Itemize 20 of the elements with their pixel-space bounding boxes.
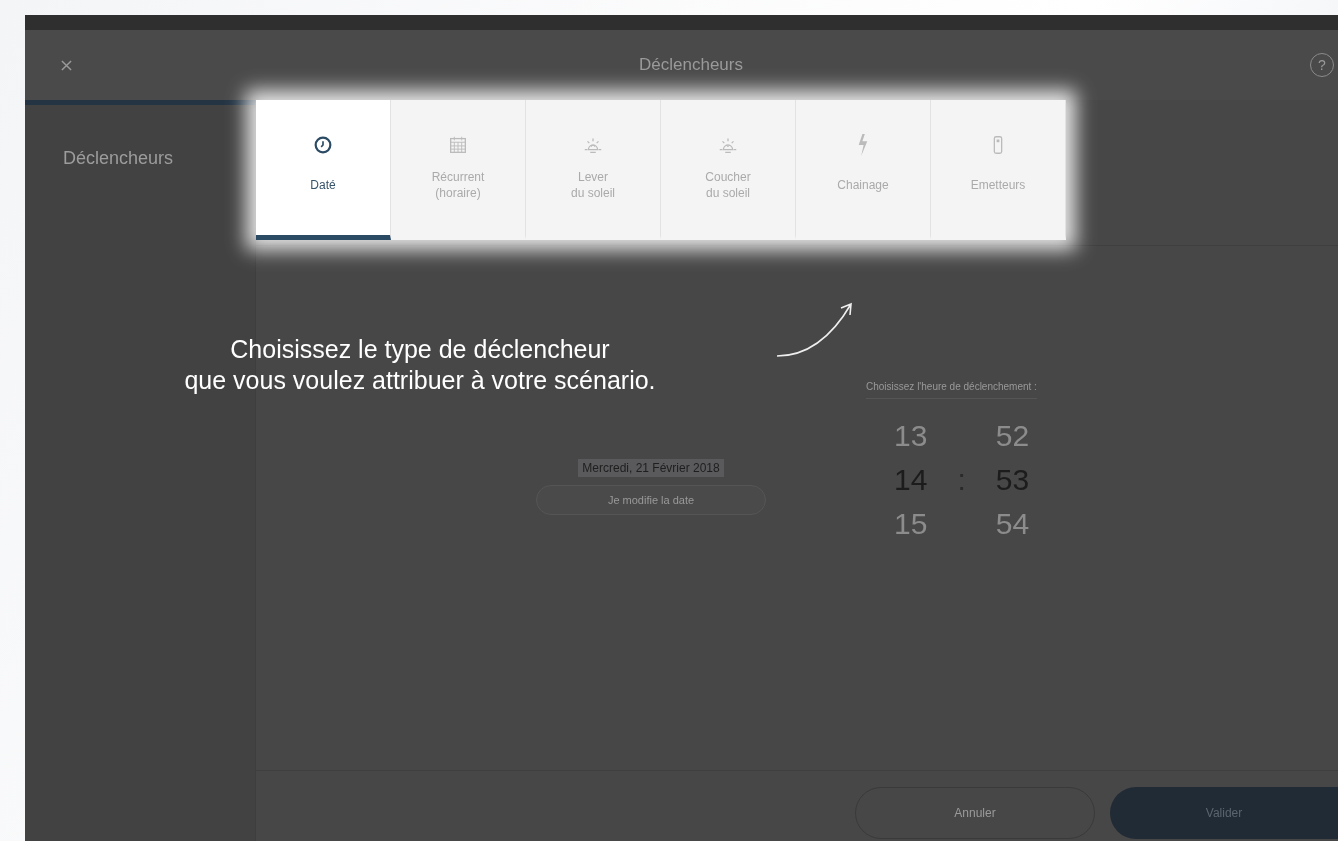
screen-title: Déclencheurs xyxy=(639,55,743,75)
cancel-button[interactable]: Annuler xyxy=(855,787,1095,839)
hint-text: que vous voulez attribuer à votre scénario. xyxy=(184,366,656,395)
trigger-tab[interactable]: Emetteurs xyxy=(931,100,1066,240)
trigger-tab[interactable]: Coucher du soleil xyxy=(661,100,796,240)
close-icon[interactable] xyxy=(61,59,72,71)
hour-option[interactable]: 15 xyxy=(894,509,928,539)
date-text: Mercredi, 21 Février 2018 xyxy=(578,459,724,477)
trigger-tab[interactable]: Daté xyxy=(256,100,391,240)
time-separator: : xyxy=(957,465,966,495)
time-label: Choisissez l'heure de déclenchement : xyxy=(866,381,1037,399)
trigger-tab[interactable]: Chainage xyxy=(796,100,931,240)
confirm-button[interactable]: Valider xyxy=(1110,787,1338,839)
hint-text: Choisissez le type de déclencheur xyxy=(230,335,610,364)
trigger-tab[interactable]: Lever du soleil xyxy=(526,100,661,240)
minute-option[interactable]: 52 xyxy=(995,421,1030,451)
hour-option[interactable]: 13 xyxy=(894,421,928,451)
minute-option[interactable]: 54 xyxy=(995,509,1030,539)
trigger-tab[interactable]: Récurrent (horaire) xyxy=(391,100,526,240)
modify-date-button[interactable]: Je modifie la date xyxy=(536,485,766,515)
